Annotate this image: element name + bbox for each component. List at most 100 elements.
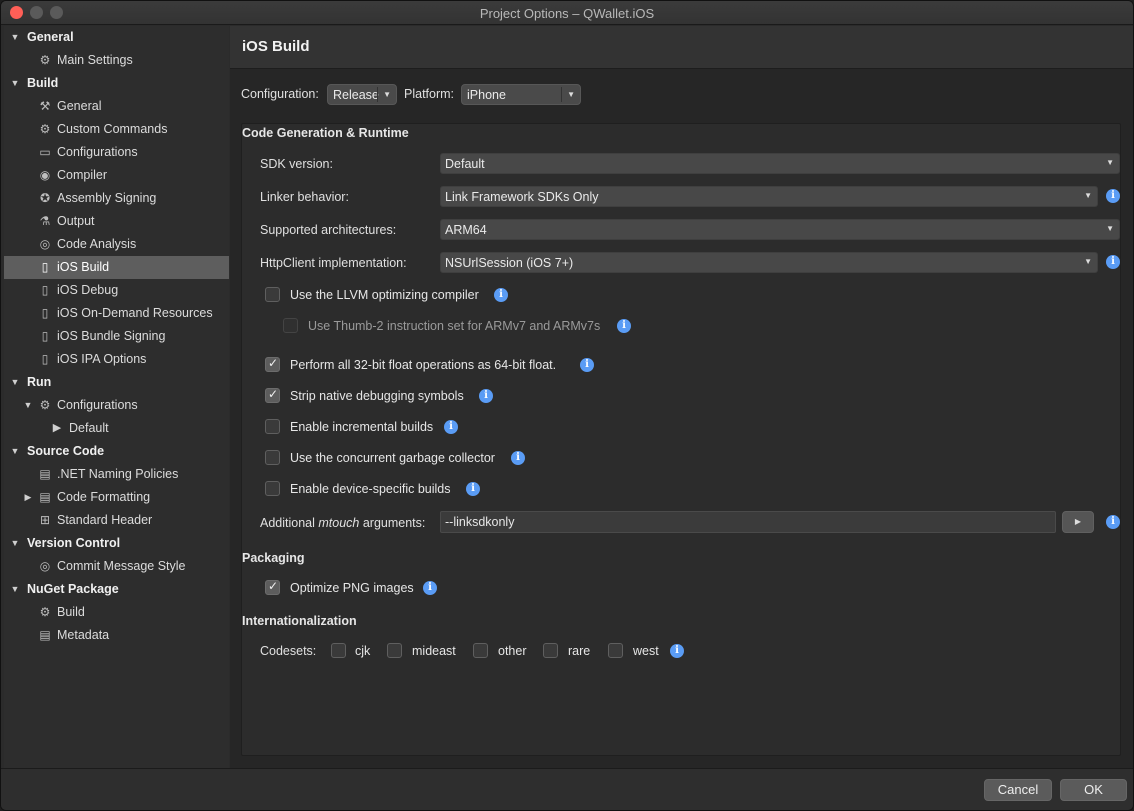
sidebar-item-ios-build[interactable]: ▯ iOS Build (4, 256, 229, 279)
concurrent-gc-label: Use the concurrent garbage collector (290, 451, 495, 465)
codeset-rare-checkbox[interactable] (543, 643, 558, 658)
hammer-icon: ⚒ (39, 99, 51, 113)
page-title: iOS Build (242, 38, 310, 55)
options-panel: Code Generation & Runtime SDK version: D… (241, 123, 1121, 756)
mtouch-arguments-input[interactable]: --linksdkonly (440, 511, 1056, 533)
sdk-version-select[interactable]: Default ▼ (440, 153, 1120, 174)
chevron-down-icon[interactable]: ▼ (10, 578, 20, 601)
strip-symbols-checkbox[interactable] (265, 387, 280, 403)
info-icon[interactable]: i (494, 288, 508, 302)
chevron-right-icon[interactable]: ▶ (23, 486, 33, 509)
sidebar: ▼ General ⚙ Main Settings ▼ Build ⚒ Gene… (4, 26, 229, 768)
codeset-west-checkbox[interactable] (608, 643, 623, 658)
info-icon[interactable]: i (466, 482, 480, 496)
chevron-down-icon[interactable]: ▼ (10, 440, 20, 463)
sidebar-item-metadata[interactable]: ▤ Metadata (4, 624, 229, 647)
codeset-cjk-label: cjk (355, 644, 371, 658)
device-builds-label: Enable device-specific builds (290, 482, 451, 496)
info-icon[interactable]: i (444, 420, 458, 434)
sidebar-item-build-general[interactable]: ⚒ General (4, 95, 229, 118)
sidebar-section-version-control[interactable]: ▼ Version Control (4, 532, 229, 555)
architectures-select[interactable]: ARM64 ▼ (440, 219, 1120, 240)
sidebar-item-custom-commands[interactable]: ⚙ Custom Commands (4, 118, 229, 141)
packaging-heading: Packaging (242, 551, 305, 565)
chevron-down-icon[interactable]: ▼ (23, 394, 33, 417)
title-bar: Project Options – QWallet.iOS (1, 1, 1133, 25)
codeset-other-checkbox[interactable] (473, 643, 488, 658)
mtouch-label: Additional mtouch arguments: (260, 516, 426, 530)
sidebar-item-nuget-build[interactable]: ⚙ Build (4, 601, 229, 624)
info-icon[interactable]: i (617, 319, 631, 333)
compiler-icon: ◉ (39, 168, 51, 182)
info-icon[interactable]: i (670, 644, 684, 658)
chevron-down-icon: ▼ (1106, 224, 1114, 233)
info-icon[interactable]: i (511, 451, 525, 465)
concurrent-gc-checkbox[interactable] (265, 450, 280, 465)
float64-checkbox[interactable] (265, 356, 280, 372)
chevron-down-icon: ▼ (567, 90, 575, 99)
optimize-png-checkbox[interactable] (265, 579, 280, 595)
gear-icon: ⚙ (39, 53, 51, 67)
architectures-label: Supported architectures: (260, 223, 397, 237)
sidebar-item-ios-ipa-options[interactable]: ▯ iOS IPA Options (4, 348, 229, 371)
flask-icon: ⚗ (39, 214, 51, 228)
linker-behavior-select[interactable]: Link Framework SDKs Only ▼ (440, 186, 1098, 207)
codeset-mideast-checkbox[interactable] (387, 643, 402, 658)
sidebar-item-output[interactable]: ⚗ Output (4, 210, 229, 233)
info-icon[interactable]: i (479, 389, 493, 403)
play-icon: ▶ (52, 422, 62, 434)
info-icon[interactable]: i (1106, 255, 1120, 269)
play-icon: ▶ (1074, 517, 1082, 526)
sidebar-section-source-code[interactable]: ▼ Source Code (4, 440, 229, 463)
sidebar-item-net-naming-policies[interactable]: ▤ .NET Naming Policies (4, 463, 229, 486)
sidebar-item-standard-header[interactable]: ⊞ Standard Header (4, 509, 229, 532)
chevron-down-icon[interactable]: ▼ (10, 371, 20, 394)
sidebar-item-ios-bundle-signing[interactable]: ▯ iOS Bundle Signing (4, 325, 229, 348)
chevron-down-icon[interactable]: ▼ (10, 26, 20, 49)
llvm-checkbox[interactable] (265, 287, 280, 302)
sidebar-section-build[interactable]: ▼ Build (4, 72, 229, 95)
sidebar-section-general[interactable]: ▼ General (4, 26, 229, 49)
commit-icon: ◎ (39, 559, 51, 573)
sidebar-item-main-settings[interactable]: ⚙ Main Settings (4, 49, 229, 72)
chevron-down-icon[interactable]: ▼ (10, 72, 20, 95)
badge-icon: ✪ (39, 191, 51, 205)
sidebar-item-configurations[interactable]: ▭ Configurations (4, 141, 229, 164)
codegen-heading: Code Generation & Runtime (242, 126, 409, 140)
sidebar-item-run-default[interactable]: ▶ Default (4, 417, 229, 440)
configuration-select[interactable]: Release ▼ (327, 84, 397, 105)
linker-behavior-label: Linker behavior: (260, 190, 349, 204)
info-icon[interactable]: i (1106, 515, 1120, 529)
sidebar-item-code-formatting[interactable]: ▶ ▤ Code Formatting (4, 486, 229, 509)
info-icon[interactable]: i (580, 358, 594, 372)
target-icon: ◎ (39, 237, 51, 251)
info-icon[interactable]: i (1106, 189, 1120, 203)
codeset-cjk-checkbox[interactable] (331, 643, 346, 658)
device-builds-checkbox[interactable] (265, 481, 280, 496)
httpclient-select[interactable]: NSUrlSession (iOS 7+) ▼ (440, 252, 1098, 273)
sidebar-item-commit-message-style[interactable]: ◎ Commit Message Style (4, 555, 229, 578)
document-icon: ▤ (39, 628, 51, 642)
optimize-png-label: Optimize PNG images (290, 581, 414, 595)
sidebar-item-compiler[interactable]: ◉ Compiler (4, 164, 229, 187)
configuration-label: Configuration: (241, 87, 319, 101)
thumb2-label: Use Thumb-2 instruction set for ARMv7 an… (308, 319, 601, 333)
sidebar-item-ios-on-demand-resources[interactable]: ▯ iOS On-Demand Resources (4, 302, 229, 325)
sidebar-section-run[interactable]: ▼ Run (4, 371, 229, 394)
phone-icon: ▯ (41, 260, 49, 274)
chevron-down-icon[interactable]: ▼ (10, 532, 20, 555)
thumb2-checkbox[interactable] (283, 318, 298, 333)
codeset-west-label: west (633, 644, 659, 658)
mtouch-run-button[interactable]: ▶ (1062, 511, 1094, 533)
sidebar-section-nuget-package[interactable]: ▼ NuGet Package (4, 578, 229, 601)
incremental-builds-checkbox[interactable] (265, 419, 280, 434)
info-icon[interactable]: i (423, 581, 437, 595)
cancel-button[interactable]: Cancel (984, 779, 1052, 801)
sidebar-item-code-analysis[interactable]: ◎ Code Analysis (4, 233, 229, 256)
sidebar-item-ios-debug[interactable]: ▯ iOS Debug (4, 279, 229, 302)
window-title: Project Options – QWallet.iOS (479, 6, 655, 21)
ok-button[interactable]: OK (1060, 779, 1127, 801)
platform-select[interactable]: iPhone ▼ (461, 84, 581, 105)
sidebar-item-assembly-signing[interactable]: ✪ Assembly Signing (4, 187, 229, 210)
sidebar-item-run-configurations[interactable]: ▼ ⚙ Configurations (4, 394, 229, 417)
